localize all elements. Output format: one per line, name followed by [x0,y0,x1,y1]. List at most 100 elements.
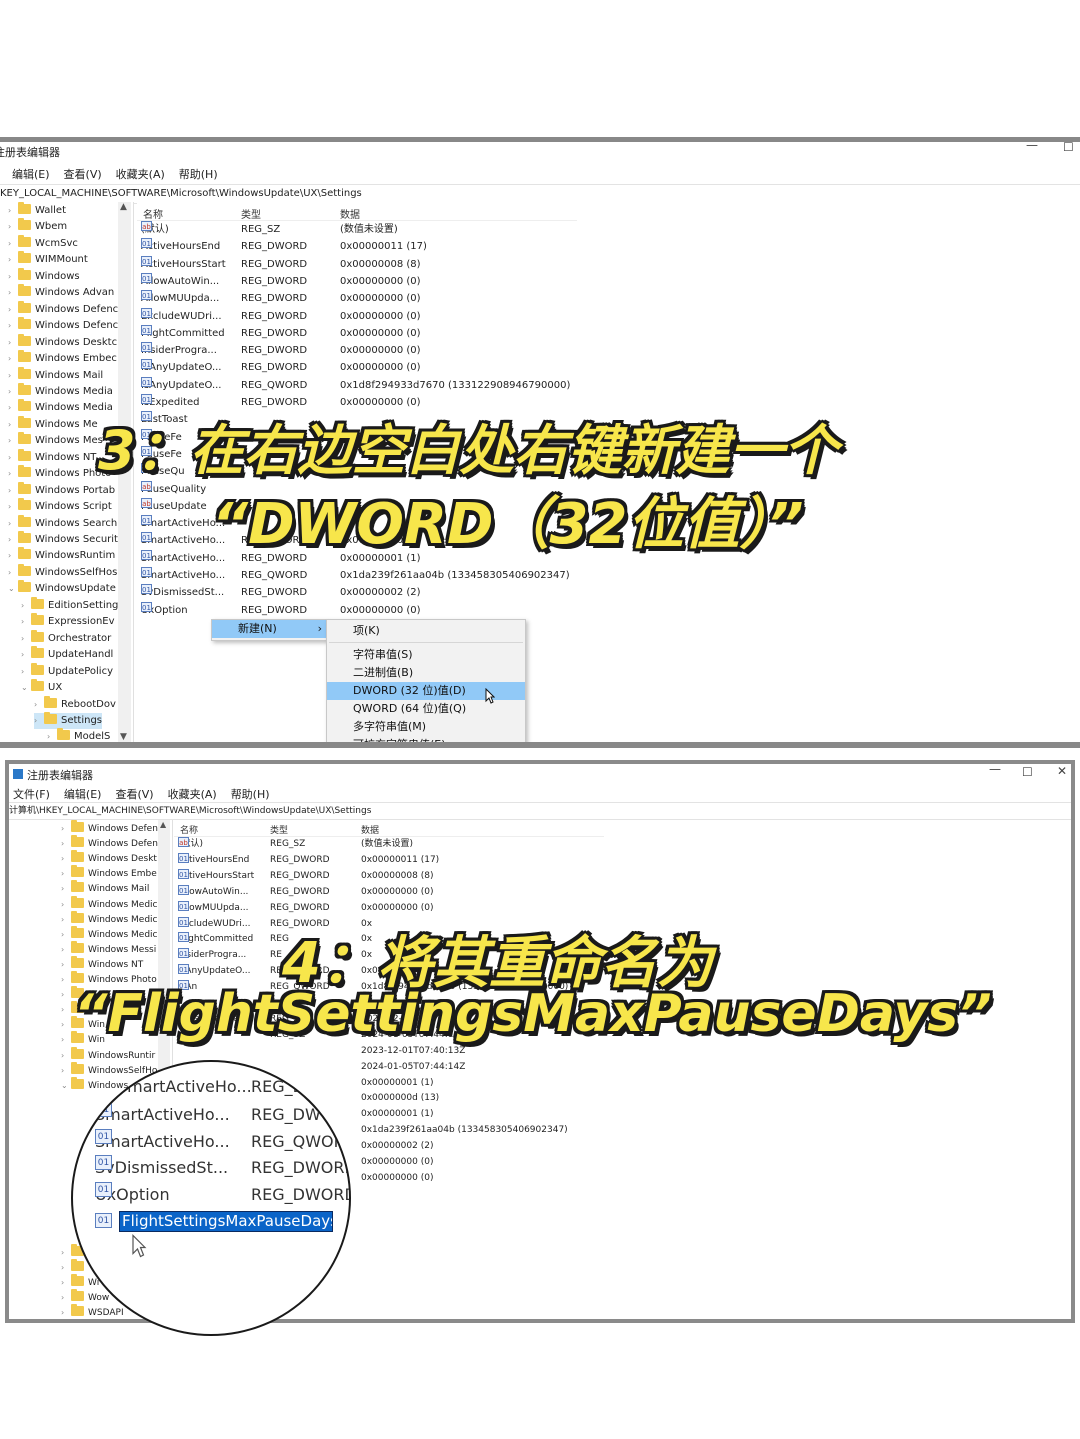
tree-node[interactable]: › Windows Mail [61,880,149,896]
menu-item[interactable]: 编辑(E) [12,168,50,181]
address-bar[interactable]: KEY_LOCAL_MACHINE\SOFTWARE\Microsoft\Win… [0,184,1080,204]
tree-node[interactable]: › Windows Defen [61,835,158,851]
expand-icon[interactable]: › [34,697,44,713]
column-data[interactable]: 数据 [340,206,360,221]
tree-node[interactable]: › UpdateHandl [21,646,113,663]
minimize-button[interactable]: — [989,764,1001,776]
tree-node[interactable]: › Windows Search [8,514,117,532]
expand-icon[interactable]: › [61,957,71,972]
tree-node[interactable]: › Wi [61,1274,99,1290]
tree-node[interactable]: › EditionSetting [21,596,118,614]
tree-node[interactable]: › Orchestrator [21,629,111,647]
expand-icon[interactable]: › [61,821,71,836]
table-row[interactable]: 01 AllowMUUpda... REG_DWORD 0x00000000 (0) [174,900,604,916]
scroll-up-icon[interactable]: ▲ [160,820,166,829]
expand-icon[interactable]: › [61,1017,71,1032]
expand-icon[interactable]: › [8,466,18,482]
collapse-icon[interactable]: ⌄ [8,581,18,597]
menu-item[interactable]: 编辑(E) [64,788,102,801]
table-row[interactable]: 01 InsiderProgra... REG_DWORD 0x00000000 (0… [137,342,577,359]
table-row[interactable]: 01 IsAnyUpdateO... REG_QWORD 0x1d8f294933d7… [137,376,577,394]
tree-node[interactable]: › Windows Medic [61,925,158,942]
minimize-button[interactable]: — [1026,142,1038,152]
tree-node[interactable]: › WindowsSelfHos [8,563,117,581]
expand-icon[interactable]: › [47,729,57,742]
collapse-icon[interactable]: ⌄ [21,680,31,696]
table-row[interactable]: 01 IsAnyUpdateO... REG_DWORD 0x00000000 (0) [137,359,577,376]
submenu-item[interactable]: 多字符串值(M) [327,718,525,736]
tree-node[interactable]: › Windows NT [61,955,143,972]
expand-icon[interactable]: › [8,400,18,416]
menu-item[interactable]: 收藏夹(A) [116,168,165,181]
expand-icon[interactable]: › [8,499,18,515]
tree-node[interactable]: › Windows Script [8,498,112,515]
tree-node[interactable]: ⌄ UX [21,679,62,696]
expand-icon[interactable]: › [21,614,31,630]
tree-node[interactable]: ⌄ WindowsUpdate [8,580,116,597]
column-type[interactable]: 类型 [241,206,261,221]
tree-node[interactable]: › Wow [61,1289,109,1305]
rename-input[interactable]: FlightSettingsMaxPauseDays [119,1211,333,1232]
table-row[interactable]: 01 AllowAutoWin... REG_DWORD 0x00000000 (0) [137,272,577,290]
tree-node[interactable]: › Windows Me [8,415,98,433]
tree-node[interactable]: › Wallet [8,202,66,219]
tree-node[interactable]: › WindowsRuntir [61,1046,155,1063]
expand-icon[interactable]: › [61,972,71,987]
expand-icon[interactable]: › [61,1002,71,1017]
expand-icon[interactable]: › [34,713,44,729]
submenu-item[interactable]: 二进制值(B) [327,664,525,682]
expand-icon[interactable]: › [8,483,18,499]
expand-icon[interactable]: › [8,203,18,219]
menu-item[interactable]: 查看(V) [64,168,102,181]
expand-icon[interactable]: › [8,236,18,252]
expand-icon[interactable]: › [8,450,18,466]
tree-node[interactable]: › ExpressionEv [21,613,115,630]
column-data[interactable]: 数据 [361,823,379,836]
table-row[interactable]: 01 ActiveHoursStart REG_DWORD 0x00000008 (8… [137,255,577,273]
tree-node[interactable]: › Windows Defenc [8,300,118,318]
expand-icon[interactable]: › [8,368,18,384]
tree-node[interactable]: › Windows Medic [61,895,158,912]
expand-icon[interactable]: › [61,1245,71,1260]
tree-node[interactable]: › Windows Embec [8,350,117,367]
expand-icon[interactable]: › [61,881,71,896]
expand-icon[interactable]: › [8,219,18,235]
expand-icon[interactable]: › [61,1305,71,1319]
expand-icon[interactable]: › [8,302,18,318]
expand-icon[interactable]: › [61,1032,71,1047]
menu-item[interactable]: 帮助(H) [179,168,218,181]
submenu-item[interactable]: DWORD (32 位)值(D) [327,682,525,700]
expand-icon[interactable]: › [21,647,31,663]
expand-icon[interactable]: › [61,942,71,957]
submenu-item[interactable]: 项(K) [327,622,525,640]
menu-item[interactable]: 查看(V) [115,788,153,801]
expand-icon[interactable]: › [8,384,18,400]
expand-icon[interactable]: › [61,1275,71,1290]
submenu-item[interactable]: QWORD (64 位)值(Q) [327,700,525,718]
tree-node[interactable]: › Windows Securit [8,531,118,548]
tree-node[interactable]: › Windows [8,267,80,285]
column-type[interactable]: 类型 [270,823,288,836]
tree-node[interactable]: › Settings [34,711,103,729]
expand-icon[interactable]: › [21,631,31,647]
table-row[interactable]: ab (默认) REG_SZ (数值未设置) [174,837,604,852]
expand-icon[interactable]: › [61,866,71,881]
column-name[interactable]: 名称 [143,206,163,221]
tree-node[interactable]: › WSDAPI [61,1304,124,1319]
table-row[interactable]: 01 FlightCommitted REG_DWORD 0x00000000 (0) [137,324,577,342]
expand-icon[interactable]: › [8,516,18,532]
expand-icon[interactable]: › [8,417,18,433]
tree-node[interactable]: › Windows Messi [61,940,156,957]
menu-item[interactable]: 文件(F) [13,788,50,801]
scroll-down-icon[interactable]: ▼ [120,732,127,742]
submenu-item[interactable]: 可扩充字符串值(E) [327,736,525,742]
tree-node[interactable]: › [61,1259,88,1275]
expand-icon[interactable]: › [61,987,71,1002]
expand-icon[interactable]: › [8,335,18,351]
tree-node[interactable]: › WindowsRuntim [8,547,115,564]
expand-icon[interactable]: › [21,664,31,680]
expand-icon[interactable]: › [8,269,18,285]
close-button[interactable]: ✕ [1057,764,1067,778]
tree-node[interactable]: › Windows Advan [8,284,114,301]
table-row[interactable]: 01 SvDismissedSt... REG_DWORD 0x00000002 (2… [137,584,577,601]
